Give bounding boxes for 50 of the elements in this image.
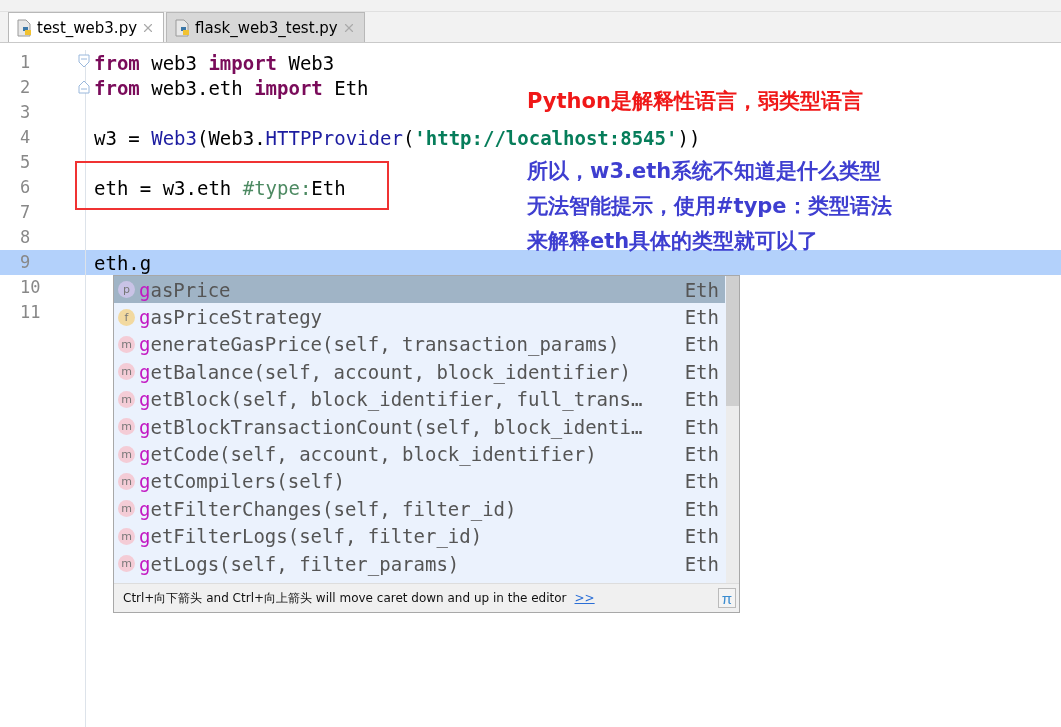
hint-text: Ctrl+向下箭头 and Ctrl+向上箭头 will move caret down and up in the editor <box>123 589 567 607</box>
line-number: 4 <box>19 126 32 149</box>
line-number: 7 <box>19 201 32 224</box>
kind-badge-icon: m <box>118 390 135 408</box>
scrollbar[interactable] <box>726 276 739 583</box>
kind-badge-icon: m <box>118 335 135 353</box>
code-line: from web3.eth import Eth <box>93 76 369 99</box>
file-tab[interactable]: flask_web3_test.py <box>166 12 365 42</box>
code-line: w3 = Web3(Web3.HTTPProvider('http://localhost:8545')) <box>93 126 701 149</box>
completion-item[interactable]: m getCompilers(self) Eth <box>114 467 725 496</box>
python-file-icon <box>175 18 192 37</box>
file-tab[interactable]: test_web3.py <box>8 12 165 42</box>
kind-badge-icon: f <box>118 308 135 326</box>
completion-item[interactable]: f gasPriceStrategy Eth <box>114 303 725 331</box>
kind-badge-icon: p <box>118 281 135 299</box>
kind-badge-icon: m <box>118 555 135 573</box>
line-number: 1 <box>19 51 32 74</box>
completion-item[interactable]: m getLogs(self, filter_params) Eth <box>114 549 725 578</box>
line-number: 8 <box>19 226 32 249</box>
line-number: 11 <box>19 301 42 324</box>
fold-icon[interactable] <box>78 80 90 94</box>
completion-item[interactable]: m getBalance(self, account, block_identifier) Eth <box>114 358 725 386</box>
completion-item[interactable]: m getFilterChanges(self, filter_id) Eth <box>114 495 725 523</box>
completion-item[interactable]: m getBlockTransactionCount(self, block_identi… Eth <box>114 412 725 441</box>
kind-badge-icon: m <box>118 527 135 545</box>
kind-badge-icon: m <box>118 363 135 381</box>
line-number: 3 <box>19 101 32 124</box>
line-number: 10 <box>19 276 42 299</box>
code-line: eth = w3.eth #type:Eth <box>93 176 346 199</box>
kind-badge-icon: m <box>118 445 135 463</box>
python-file-icon <box>17 18 33 37</box>
completion-item[interactable]: m generateGasPrice(self, transaction_params) Eth <box>114 330 725 359</box>
annotation-text: 所以，w3.eth系统不知道是什么类型 <box>527 158 883 185</box>
completion-item[interactable]: m getBlock(self, block_identifier, full_trans… Eth <box>114 385 725 413</box>
kind-badge-icon: m <box>118 500 135 518</box>
kind-badge-icon: m <box>118 472 135 490</box>
annotation-text: 来解释eth具体的类型就可以了 <box>527 228 820 255</box>
completion-item[interactable]: m getCode(self, account, block_identifier) Eth <box>114 440 725 468</box>
completion-item[interactable]: p gasPrice Eth <box>114 276 725 304</box>
hint-link[interactable]: >> <box>574 591 595 605</box>
line-number: 5 <box>19 151 32 174</box>
annotation-text: Python是解释性语言，弱类型语言 <box>527 88 864 115</box>
line-number: 6 <box>19 176 32 199</box>
completion-item[interactable]: m getFilterLogs(self, filter_id) Eth <box>114 522 725 550</box>
line-number: 2 <box>19 76 32 99</box>
code-line: from web3 import Web3 <box>93 51 335 74</box>
kind-badge-icon: m <box>118 418 135 436</box>
fold-icon[interactable] <box>78 54 90 68</box>
annotation-text: 无法智能提示，使用#type：类型语法 <box>527 193 892 220</box>
code-line: eth.g <box>93 251 152 274</box>
